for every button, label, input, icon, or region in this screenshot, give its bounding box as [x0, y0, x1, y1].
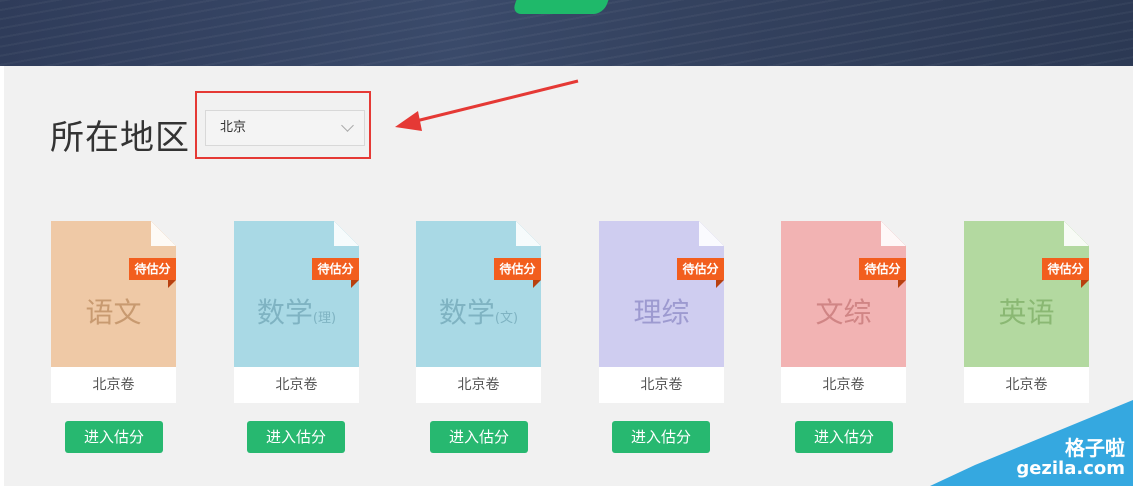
status-badge: 待估分 [129, 258, 176, 280]
subject-name: 文综 [815, 296, 872, 329]
subject-paper: 待估分 数学(文) [416, 221, 541, 367]
status-badge: 待估分 [859, 258, 906, 280]
paper-label: 北京卷 [416, 367, 541, 403]
paper-label: 北京卷 [964, 367, 1089, 403]
paper-label: 北京卷 [599, 367, 724, 403]
watermark-name: 格子啦 [1065, 436, 1125, 460]
status-badge: 待估分 [312, 258, 359, 280]
left-edge [0, 66, 4, 486]
subject-paper: 待估分 文综 [781, 221, 906, 367]
page-fold [881, 221, 906, 246]
region-select[interactable]: 北京 [205, 110, 365, 146]
enter-estimate-button[interactable]: 进入估分 [247, 421, 345, 453]
page-fold [699, 221, 724, 246]
status-badge: 待估分 [494, 258, 541, 280]
badge-tail [716, 280, 724, 288]
status-badge: 待估分 [1042, 258, 1089, 280]
page-fold [516, 221, 541, 246]
subject-name: 英语 [998, 296, 1055, 329]
page-fold [151, 221, 176, 246]
badge-tail [1081, 280, 1089, 288]
chevron-down-icon [341, 119, 354, 132]
subject-paper: 待估分 英语 [964, 221, 1089, 367]
banner-book-graphic [511, 0, 611, 14]
enter-estimate-button[interactable]: 进入估分 [795, 421, 893, 453]
subject-card[interactable]: 待估分 数学(文) 北京卷 [416, 221, 541, 403]
subject-paper: 待估分 数学(理) [234, 221, 359, 367]
subject-card[interactable]: 待估分 理综 北京卷 [599, 221, 724, 403]
enter-estimate-button[interactable]: 进入估分 [65, 421, 163, 453]
watermark-url: gezila.com [1016, 458, 1125, 479]
enter-estimate-button[interactable]: 进入估分 [612, 421, 710, 453]
paper-label: 北京卷 [234, 367, 359, 403]
subject-card[interactable]: 待估分 英语 北京卷 [964, 221, 1089, 403]
badge-tail [898, 280, 906, 288]
subject-card[interactable]: 待估分 文综 北京卷 [781, 221, 906, 403]
subject-name: 语文 [85, 296, 142, 329]
red-arrow-annotation [395, 79, 579, 131]
page-fold [334, 221, 359, 246]
region-label: 所在地区 [50, 118, 190, 158]
subject-card[interactable]: 待估分 数学(理) 北京卷 [234, 221, 359, 403]
subject-paper: 待估分 语文 [51, 221, 176, 367]
badge-tail [168, 280, 176, 288]
region-select-value: 北京 [220, 120, 247, 135]
subject-paper: 待估分 理综 [599, 221, 724, 367]
badge-tail [351, 280, 359, 288]
subject-name: 理综 [633, 296, 690, 329]
subject-name: 数学(文) [438, 296, 519, 329]
badge-tail [533, 280, 541, 288]
subject-name: 数学(理) [256, 296, 337, 329]
paper-label: 北京卷 [781, 367, 906, 403]
status-badge: 待估分 [677, 258, 724, 280]
header-banner [0, 0, 1133, 66]
paper-label: 北京卷 [51, 367, 176, 403]
subject-card[interactable]: 待估分 语文 北京卷 [51, 221, 176, 403]
page-fold [1064, 221, 1089, 246]
enter-estimate-button[interactable]: 进入估分 [430, 421, 528, 453]
